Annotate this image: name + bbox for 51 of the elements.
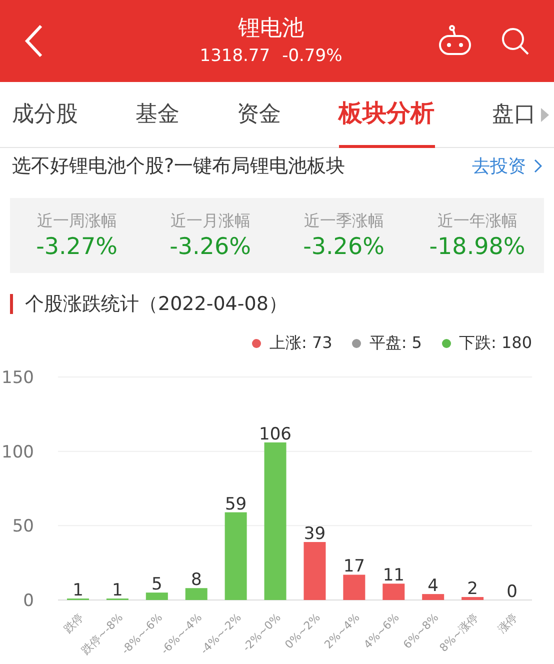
bar-value-label: 8 <box>190 570 202 590</box>
index-price: 1318.77 <box>200 45 270 68</box>
search-icon[interactable] <box>500 26 530 56</box>
bar-value-label: 1 <box>72 580 84 601</box>
legend-label: 平盘: 5 <box>369 332 422 354</box>
bar-value-label: 5 <box>152 574 162 595</box>
robot-icon[interactable] <box>438 25 472 57</box>
stat-value: -18.98% <box>429 232 526 262</box>
legend-label: 下跌: 180 <box>458 332 532 354</box>
promo-text: 选不好锂电池个股?一键布局锂电池板块 <box>12 154 346 179</box>
bar-value-label: 106 <box>259 424 292 444</box>
axis-tick-label: 0 <box>23 591 34 611</box>
bar-value-label: 17 <box>343 556 365 577</box>
index-change: -0.79% <box>282 45 342 68</box>
bar <box>185 588 208 600</box>
stat-label: 近一季涨幅 <box>304 210 384 232</box>
back-icon <box>24 24 44 58</box>
bar <box>304 542 326 600</box>
bar-value-label: 1 <box>112 580 123 601</box>
bar-value-label: 0 <box>506 582 518 602</box>
bar-value-label: 11 <box>382 566 404 586</box>
stat-label: 近一周涨幅 <box>36 210 117 232</box>
bar-value-label: 2 <box>467 579 478 600</box>
axis-category-label: 涨停 <box>495 610 520 636</box>
stat-value: -3.27% <box>36 232 118 262</box>
tab[interactable]: 盘口 <box>492 82 536 148</box>
chevron-right-icon <box>534 159 542 173</box>
bar-value-label: 4 <box>428 576 438 596</box>
invest-link[interactable]: 去投资 <box>472 152 542 180</box>
bar-value-label: 39 <box>304 524 326 544</box>
bar-value-label: 59 <box>225 494 247 514</box>
tab[interactable]: 成分股 <box>12 82 78 148</box>
bar <box>462 597 484 600</box>
tab[interactable]: 资金 <box>237 82 281 148</box>
stat-label: 近一月涨幅 <box>170 210 250 232</box>
bar <box>382 584 405 600</box>
stat-label: 近一年涨幅 <box>437 210 518 232</box>
bar <box>146 592 168 600</box>
axis-tick-label: 100 <box>2 442 34 462</box>
legend-label: 上涨: 73 <box>269 332 332 354</box>
axis-tick-label: 150 <box>2 368 34 388</box>
bar <box>422 594 444 600</box>
axis-tick-label: 50 <box>12 516 34 537</box>
axis-category-label: 跌停 <box>61 610 86 636</box>
stat-value: -3.26% <box>303 232 384 262</box>
stat-value: -3.26% <box>170 232 251 262</box>
bar <box>343 574 366 600</box>
tab[interactable]: 板块分析 <box>338 82 434 148</box>
header-title: 锂电池 <box>238 15 304 43</box>
section-title: 个股涨跌统计（2022-04-08） <box>25 292 288 317</box>
tab[interactable]: 基金 <box>136 82 180 148</box>
